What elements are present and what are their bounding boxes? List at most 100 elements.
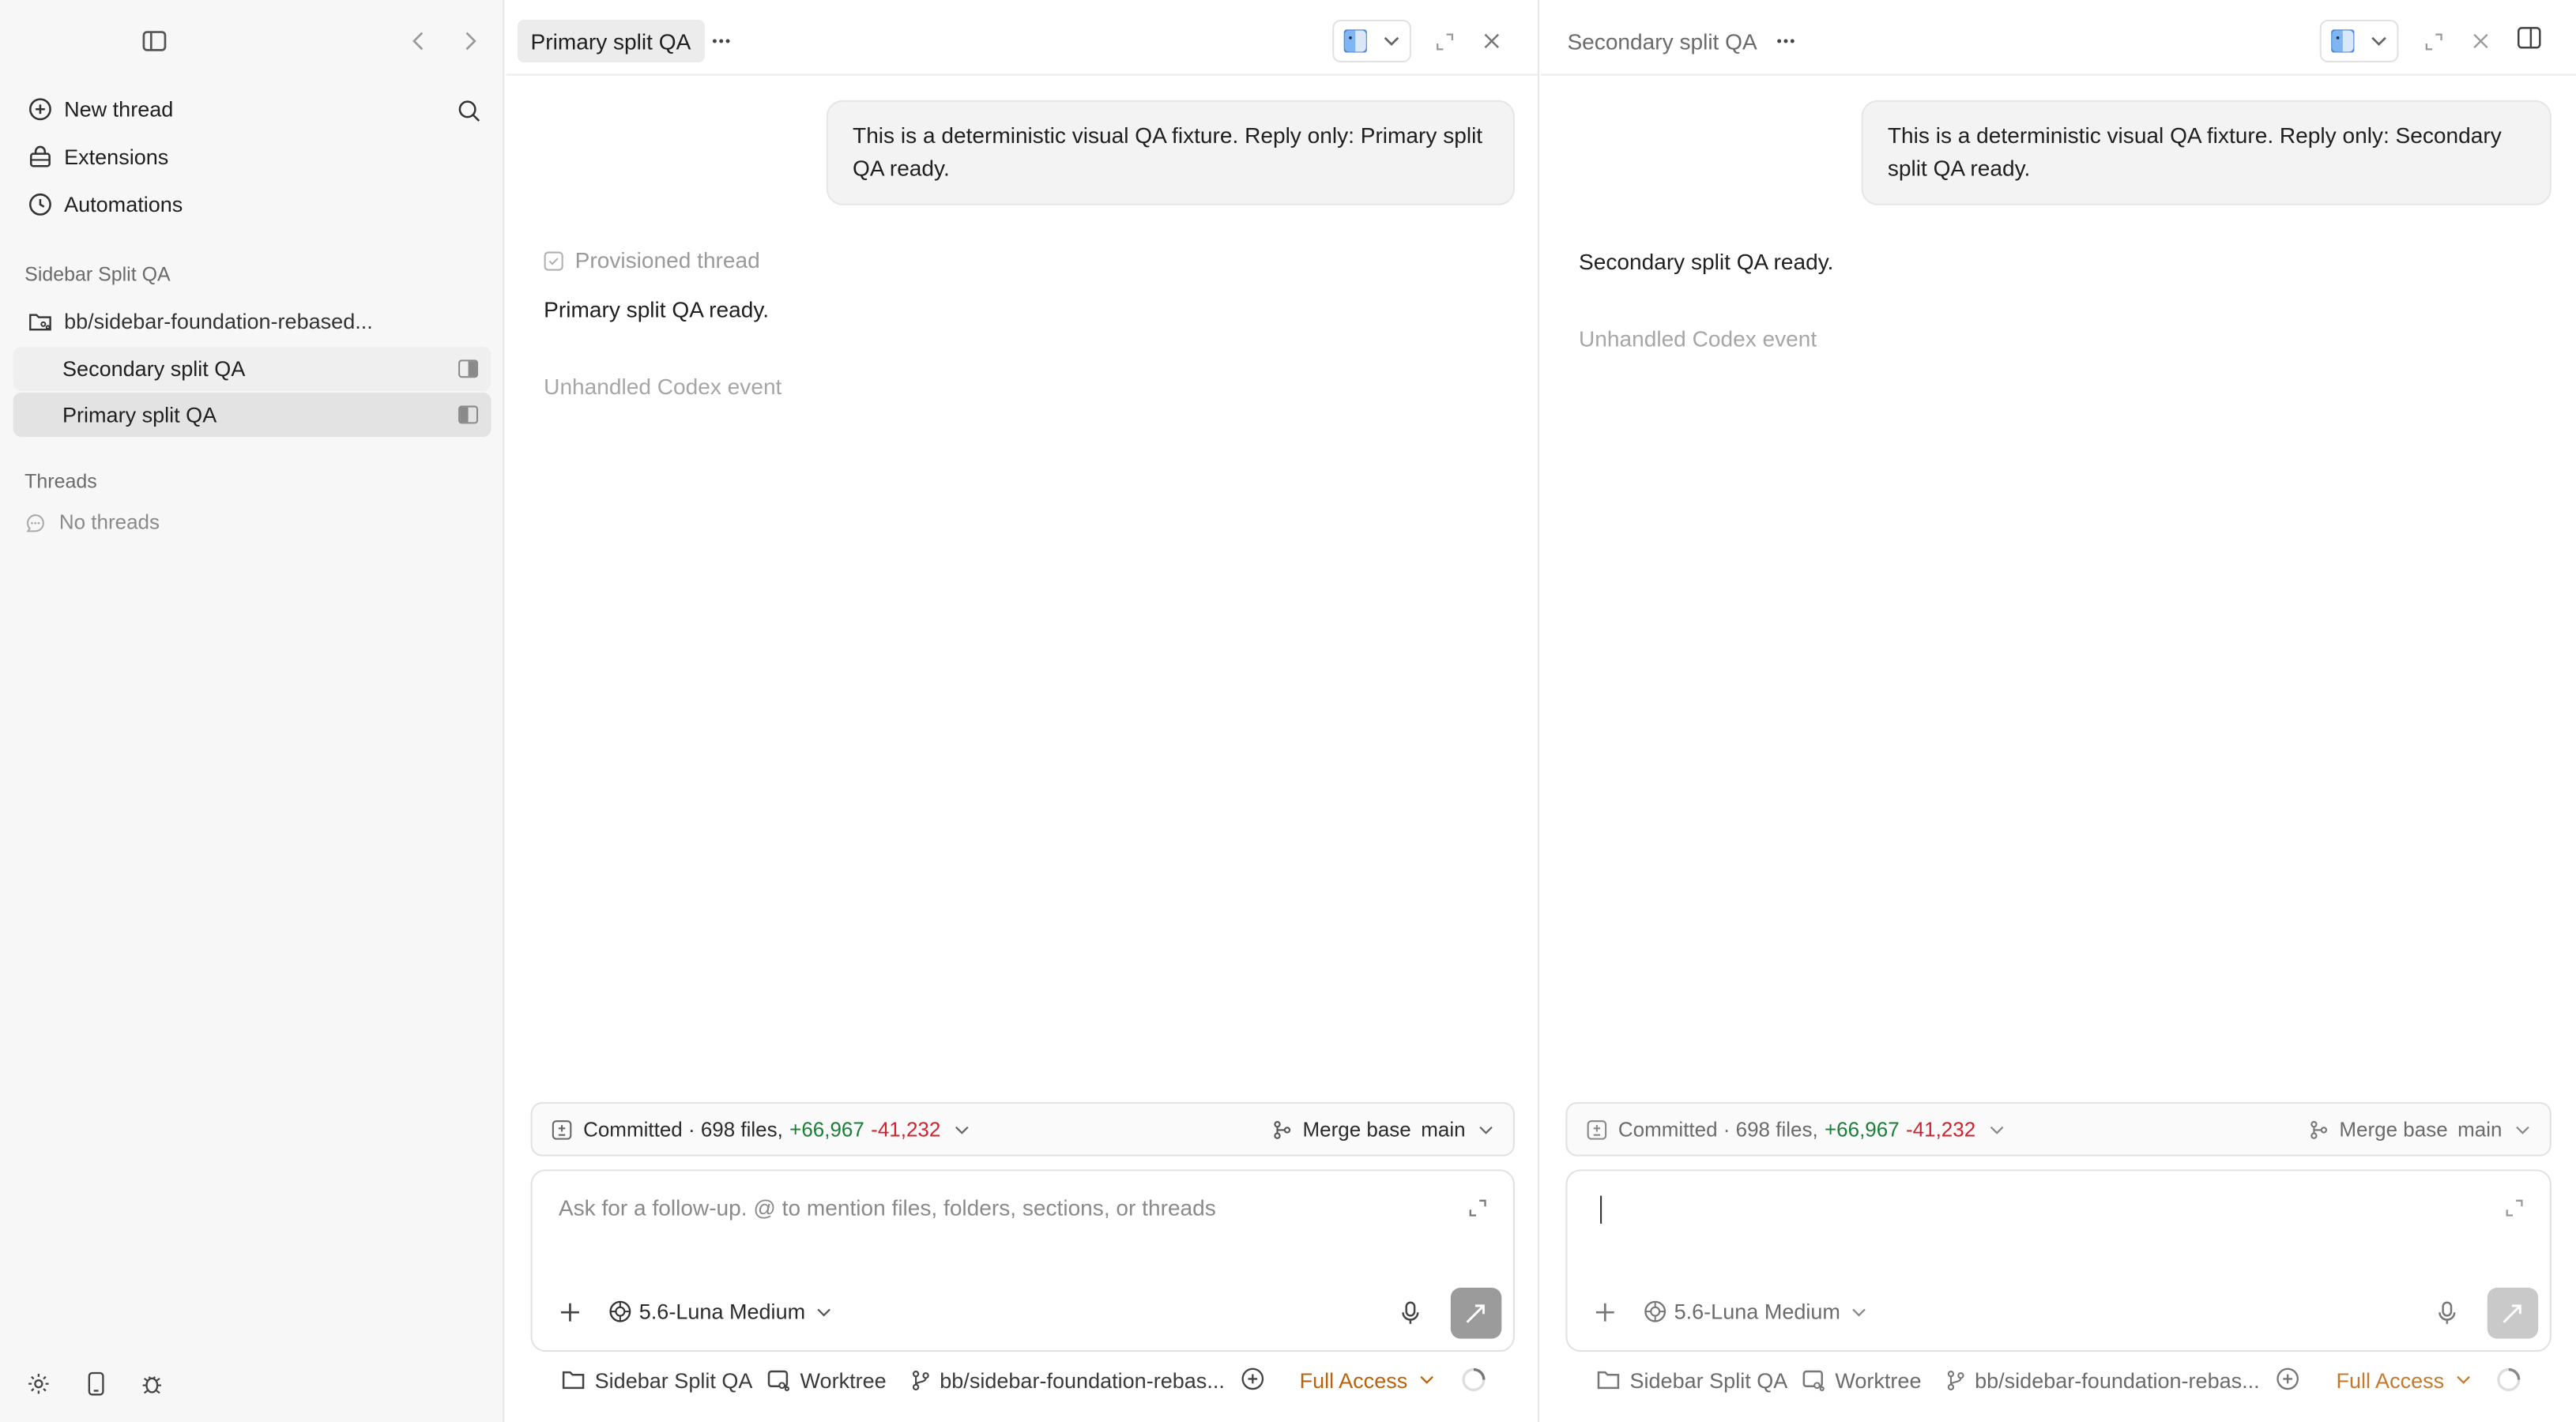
status-branch-label: bb/sidebar-foundation-rebas... bbox=[1975, 1367, 2260, 1393]
assistant-reply: Secondary split QA ready. bbox=[1579, 250, 1834, 275]
access-level-dropdown[interactable]: Full Access bbox=[1300, 1367, 1444, 1392]
status-branch[interactable]: bb/sidebar-foundation-rebas... bbox=[912, 1367, 1225, 1392]
thread-label: Primary split QA bbox=[62, 402, 217, 427]
model-label: 5.6-Luna Medium bbox=[1674, 1299, 1840, 1324]
close-icon[interactable] bbox=[2466, 26, 2495, 55]
split-right-icon bbox=[458, 359, 479, 378]
mobile-device-icon[interactable] bbox=[84, 1371, 107, 1396]
status-project[interactable]: Sidebar Split QA bbox=[1597, 1367, 1787, 1392]
loading-spinner-icon bbox=[2495, 1367, 2521, 1393]
text-caret bbox=[1600, 1195, 1602, 1224]
assistant-reply: Primary split QA ready. bbox=[544, 297, 770, 322]
open-in-app-dropdown[interactable] bbox=[1332, 19, 1411, 63]
access-label: Full Access bbox=[2336, 1367, 2445, 1393]
status-project[interactable]: Sidebar Split QA bbox=[562, 1367, 752, 1392]
provisioned-icon bbox=[544, 250, 563, 270]
toggle-right-panel-icon[interactable] bbox=[2514, 23, 2543, 52]
unhandled-event-note: Unhandled Codex event bbox=[1579, 326, 1817, 352]
merge-base-label: Merge base bbox=[1302, 1117, 1411, 1141]
send-button[interactable] bbox=[2487, 1288, 2539, 1339]
model-picker[interactable]: 5.6-Luna Medium bbox=[608, 1300, 831, 1324]
user-message-bubble: This is a deterministic visual QA fixtur… bbox=[826, 100, 1515, 205]
diff-summary-bar[interactable]: Committed · 698 files, +66,967 -41,232 M… bbox=[1565, 1102, 2552, 1157]
diff-summary-bar[interactable]: Committed · 698 files, +66,967 -41,232 M… bbox=[530, 1102, 1515, 1157]
add-circle-icon[interactable] bbox=[1241, 1367, 1265, 1391]
loading-spinner-icon bbox=[1460, 1367, 1486, 1393]
finder-app-icon bbox=[1343, 29, 1367, 53]
chevron-down-icon bbox=[1384, 36, 1400, 47]
back-arrow-icon[interactable] bbox=[408, 28, 431, 54]
expand-icon[interactable] bbox=[2418, 26, 2447, 55]
chat-bubble-icon bbox=[24, 512, 46, 533]
model-logo-icon bbox=[608, 1300, 632, 1324]
secondary-split-pane: Secondary split QA This is a determinist… bbox=[1541, 0, 2576, 1422]
chevron-down-icon bbox=[2456, 1375, 2471, 1384]
worktree-icon bbox=[767, 1369, 790, 1390]
clock-icon bbox=[26, 191, 52, 217]
expand-icon[interactable] bbox=[1429, 26, 1459, 55]
send-arrow-icon bbox=[1466, 1304, 1487, 1323]
merge-base-branch[interactable]: main bbox=[1421, 1118, 1465, 1141]
model-picker[interactable]: 5.6-Luna Medium bbox=[1643, 1300, 1866, 1324]
folder-branch-icon bbox=[26, 308, 52, 334]
settings-gear-icon[interactable] bbox=[26, 1371, 51, 1396]
bug-report-icon[interactable] bbox=[140, 1371, 164, 1396]
status-bar: Sidebar Split QA Worktree bb/sidebar-fou… bbox=[1541, 1356, 2576, 1402]
add-circle-icon[interactable] bbox=[2276, 1367, 2300, 1391]
no-threads-note: No threads bbox=[24, 511, 160, 534]
plus-circle-icon bbox=[26, 96, 52, 122]
merge-base-label: Merge base bbox=[2339, 1117, 2448, 1141]
git-merge-icon bbox=[2310, 1119, 2328, 1139]
worktree-icon bbox=[1802, 1369, 1825, 1390]
project-branch-item[interactable]: bb/sidebar-foundation-rebased... bbox=[13, 299, 490, 343]
lines-added: +66,967 bbox=[789, 1117, 864, 1141]
merge-base-branch[interactable]: main bbox=[2457, 1118, 2502, 1141]
microphone-icon[interactable] bbox=[2438, 1301, 2456, 1326]
access-level-dropdown[interactable]: Full Access bbox=[2336, 1367, 2480, 1392]
nav-label: Extensions bbox=[64, 144, 169, 170]
sidebar-thread-secondary[interactable]: Secondary split QA bbox=[13, 346, 491, 391]
status-worktree-label: Worktree bbox=[1835, 1367, 1922, 1393]
provisioned-thread-note: Provisioned thread bbox=[544, 248, 760, 273]
toggle-sidebar-icon[interactable] bbox=[141, 28, 168, 54]
primary-split-pane: Primary split QA This is a deterministic… bbox=[506, 0, 1540, 1422]
lines-added: +66,967 bbox=[1825, 1117, 1900, 1141]
more-options-icon[interactable] bbox=[1771, 26, 1800, 55]
send-button[interactable] bbox=[1450, 1288, 1502, 1339]
sidebar-thread-primary[interactable]: Primary split QA bbox=[13, 392, 491, 438]
sidebar: New thread Extensions Automations Sideba… bbox=[0, 0, 505, 1422]
status-worktree-label: Worktree bbox=[800, 1367, 887, 1393]
chevron-down-icon bbox=[1478, 1124, 1493, 1134]
lines-removed: -41,232 bbox=[871, 1117, 941, 1141]
model-label: 5.6-Luna Medium bbox=[638, 1299, 806, 1324]
access-label: Full Access bbox=[1299, 1367, 1408, 1393]
nav-label: New thread bbox=[64, 96, 174, 122]
status-worktree[interactable]: Worktree bbox=[767, 1367, 887, 1392]
chevron-down-icon bbox=[954, 1124, 969, 1134]
pane-title-tab[interactable]: Primary split QA bbox=[517, 19, 704, 63]
add-attachment-icon[interactable] bbox=[560, 1303, 580, 1322]
open-in-app-dropdown[interactable] bbox=[2319, 19, 2399, 63]
expand-composer-icon[interactable] bbox=[1469, 1199, 1487, 1217]
status-branch[interactable]: bb/sidebar-foundation-rebas... bbox=[1947, 1367, 2260, 1392]
folder-icon bbox=[1597, 1370, 1620, 1390]
forward-arrow-icon[interactable] bbox=[458, 28, 481, 54]
chevron-down-icon bbox=[1852, 1307, 1867, 1316]
chevron-down-icon bbox=[817, 1307, 832, 1316]
search-icon[interactable] bbox=[455, 97, 481, 123]
close-icon[interactable] bbox=[1477, 26, 1506, 55]
extensions-button[interactable]: Extensions bbox=[13, 134, 490, 179]
git-merge-icon bbox=[1273, 1119, 1291, 1139]
status-worktree[interactable]: Worktree bbox=[1802, 1367, 1922, 1392]
add-attachment-icon[interactable] bbox=[1595, 1303, 1615, 1322]
status-project-label: Sidebar Split QA bbox=[594, 1367, 753, 1393]
new-thread-button[interactable]: New thread bbox=[13, 87, 490, 131]
send-arrow-icon bbox=[2502, 1304, 2523, 1323]
pane-title-tab[interactable]: Secondary split QA bbox=[1554, 20, 1771, 62]
expand-composer-icon[interactable] bbox=[2506, 1199, 2524, 1217]
composer-input[interactable]: Ask for a follow-up. @ to mention files,… bbox=[559, 1196, 1216, 1221]
pane-header: Primary split QA bbox=[506, 0, 1538, 76]
more-options-icon[interactable] bbox=[706, 26, 736, 55]
automations-button[interactable]: Automations bbox=[13, 182, 490, 227]
microphone-icon[interactable] bbox=[1401, 1301, 1419, 1326]
